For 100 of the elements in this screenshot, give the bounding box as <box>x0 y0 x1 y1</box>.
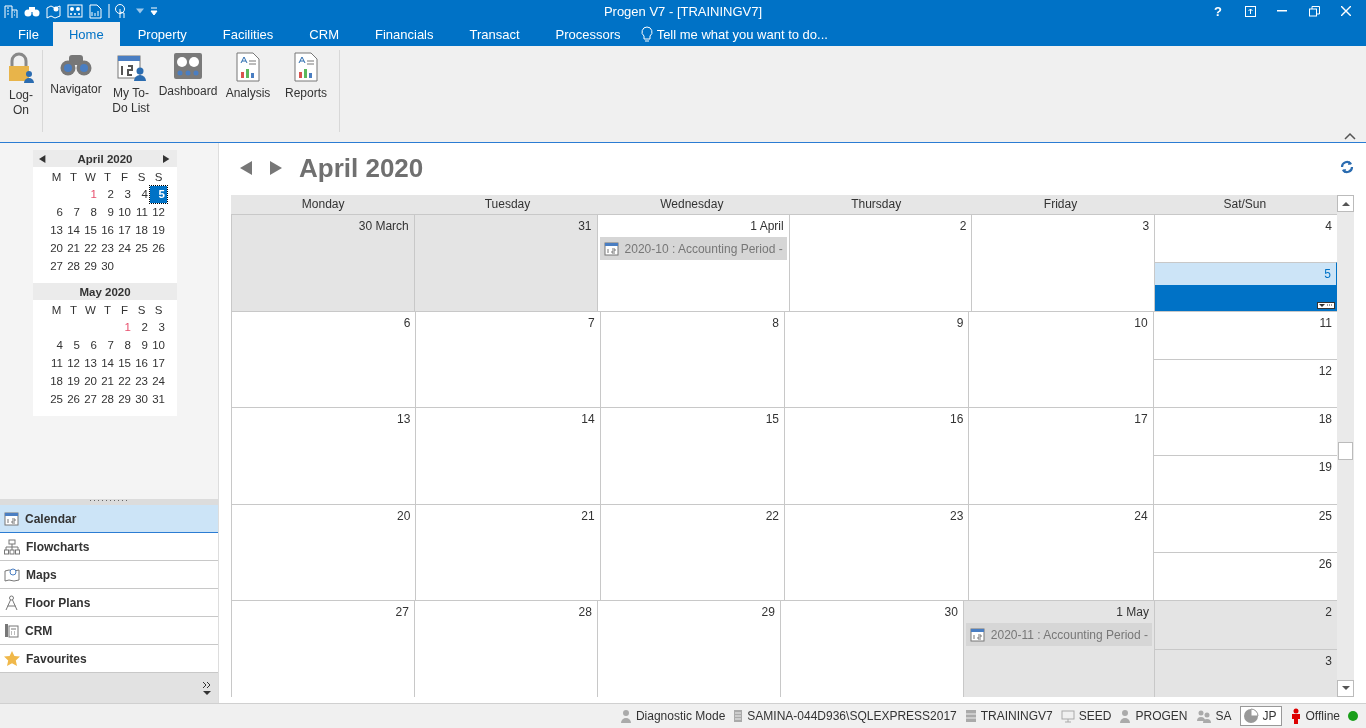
calendar-day[interactable]: 16 <box>99 222 116 239</box>
calendar-day[interactable]: 11 <box>48 355 65 372</box>
day-cell[interactable]: 5 <box>1155 261 1337 311</box>
ribbon-button[interactable]: Reports <box>277 50 335 103</box>
calendar-day[interactable]: 15 <box>82 222 99 239</box>
calendar-day[interactable]: 6 <box>82 337 99 354</box>
calendar-day[interactable]: 13 <box>82 355 99 372</box>
scroll-thumb[interactable] <box>1338 442 1353 460</box>
calendar-day[interactable]: 2 <box>99 186 116 203</box>
ribbon-button[interactable]: My To-Do List <box>105 50 157 118</box>
nav-item[interactable]: Maps <box>0 561 218 589</box>
calendar-day[interactable]: 20 <box>48 240 65 257</box>
calendar-day[interactable]: 22 <box>82 240 99 257</box>
ribbon-button[interactable]: Log-On <box>4 50 38 120</box>
calendar-day[interactable]: 18 <box>48 373 65 390</box>
nav-item[interactable]: Calendar <box>0 505 218 533</box>
calendar-day[interactable]: 29 <box>82 258 99 275</box>
calendar-day[interactable]: 27 <box>48 258 65 275</box>
day-cell[interactable]: 30 March <box>231 215 414 311</box>
nav-item[interactable]: Flowcharts <box>0 533 218 561</box>
calendar-day[interactable]: 7 <box>65 204 82 221</box>
calendar-day[interactable]: 24 <box>116 240 133 257</box>
calendar-day[interactable]: 17 <box>116 222 133 239</box>
calendar-day[interactable]: 4 <box>133 186 150 203</box>
ribbon-tab[interactable]: Home <box>52 22 120 46</box>
calendar-day[interactable]: 2 <box>133 319 150 336</box>
nav-item[interactable]: CRM <box>0 617 218 645</box>
day-cell[interactable]: 2 <box>1155 601 1337 649</box>
calendar-day[interactable]: 8 <box>82 204 99 221</box>
ribbon-button[interactable]: Dashboard <box>157 50 219 101</box>
calendar-day[interactable]: 8 <box>116 337 133 354</box>
nav-item[interactable]: Floor Plans <box>0 589 218 617</box>
calendar-day[interactable]: 10 <box>116 204 133 221</box>
calendar-day[interactable]: 27 <box>82 391 99 408</box>
ribbon-tab[interactable]: CRM <box>291 22 357 46</box>
splitter-handle[interactable] <box>0 499 218 505</box>
calendar-day[interactable]: 17 <box>150 355 167 372</box>
calendar-day[interactable]: 6 <box>48 204 65 221</box>
calendar-day[interactable]: 12 <box>150 204 167 221</box>
ribbon-button[interactable]: Analysis <box>219 50 277 103</box>
day-cell[interactable]: 31 <box>413 215 597 311</box>
calendar-day[interactable]: 7 <box>99 337 116 354</box>
calendar-day[interactable]: 9 <box>133 337 150 354</box>
calendar-day[interactable]: 19 <box>65 373 82 390</box>
calendar-day[interactable]: 21 <box>65 240 82 257</box>
scroll-down-button[interactable] <box>1337 680 1354 697</box>
scroll-up-button[interactable] <box>1337 195 1354 212</box>
calendar-day[interactable]: 25 <box>48 391 65 408</box>
nav-item[interactable]: Favourites <box>0 645 218 673</box>
calendar-day[interactable]: 20 <box>82 373 99 390</box>
calendar-day[interactable]: 3 <box>150 319 167 336</box>
calendar-day[interactable]: 31 <box>150 391 167 408</box>
calendar-day[interactable]: 26 <box>65 391 82 408</box>
calendar-day[interactable]: 13 <box>48 222 65 239</box>
calendar-day[interactable]: 14 <box>99 355 116 372</box>
calendar-day[interactable]: 4 <box>48 337 65 354</box>
calendar-day[interactable]: 10 <box>150 337 167 354</box>
calendar-day[interactable]: 15 <box>116 355 133 372</box>
more-buttons-button[interactable] <box>202 680 212 696</box>
calendar-day[interactable]: 23 <box>99 240 116 257</box>
scrollbar[interactable] <box>1337 195 1354 697</box>
calendar-day[interactable]: 21 <box>99 373 116 390</box>
calendar-day[interactable]: 14 <box>65 222 82 239</box>
day-cell[interactable]: 3 <box>1155 648 1337 697</box>
calendar-day[interactable]: 1 <box>82 186 99 203</box>
calendar-day[interactable]: 29 <box>116 391 133 408</box>
calendar-day[interactable]: 28 <box>99 391 116 408</box>
calendar-day[interactable]: 5 <box>65 337 82 354</box>
calendar-day[interactable]: 26 <box>150 240 167 257</box>
calendar-day[interactable]: 30 <box>133 391 150 408</box>
calendar-day[interactable]: 3 <box>116 186 133 203</box>
file-menu-button[interactable]: File <box>4 22 53 46</box>
weekday-label: S <box>153 303 164 318</box>
map-icon <box>4 567 20 582</box>
calendar-day[interactable]: 25 <box>133 240 150 257</box>
calendar-day[interactable]: 19 <box>150 222 167 239</box>
tell-me-field[interactable]: Tell me what you want to do... <box>654 25 845 43</box>
ribbon-tab[interactable]: Facilities <box>204 22 292 46</box>
calendar-day[interactable]: 24 <box>150 373 167 390</box>
calendar-day[interactable]: 12 <box>65 355 82 372</box>
ribbon-tab[interactable]: Financials <box>356 22 452 46</box>
day-cell[interactable]: 1 May 2020-11 : Accounting Period - <box>962 601 1155 697</box>
calendar-day[interactable]: 11 <box>133 204 150 221</box>
weekday-label: M <box>50 170 63 185</box>
ribbon-button[interactable]: Navigator <box>47 50 105 99</box>
calendar-day[interactable]: 5 <box>150 186 167 203</box>
ribbon-tab[interactable]: Transact <box>451 22 538 46</box>
calendar-day[interactable]: 9 <box>99 204 116 221</box>
calendar-day[interactable]: 22 <box>116 373 133 390</box>
day-cell[interactable]: 1 April 2020-10 : Accounting Period - <box>596 215 789 311</box>
day-number: 7 <box>586 314 596 332</box>
calendar-day[interactable]: 16 <box>133 355 150 372</box>
ribbon-tab[interactable]: Property <box>119 22 205 46</box>
calendar-day[interactable]: 18 <box>133 222 150 239</box>
help-button[interactable]: ? <box>1202 0 1234 22</box>
calendar-day[interactable]: 23 <box>133 373 150 390</box>
calendar-day[interactable]: 1 <box>116 319 133 336</box>
ribbon-tab[interactable]: Processors <box>537 22 639 46</box>
calendar-day[interactable]: 30 <box>99 258 116 275</box>
calendar-day[interactable]: 28 <box>65 258 82 275</box>
